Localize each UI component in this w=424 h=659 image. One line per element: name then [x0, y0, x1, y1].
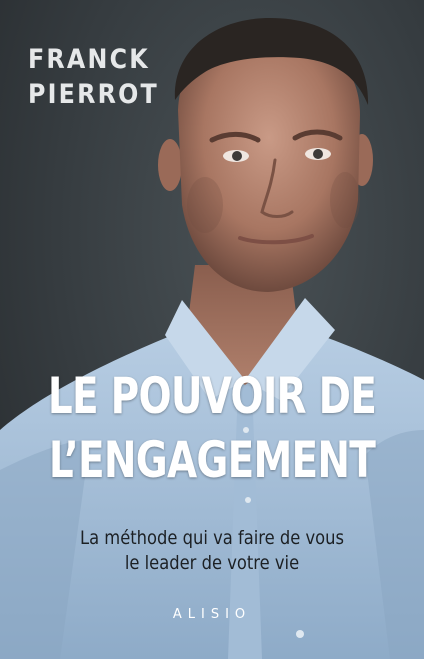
book-subtitle: La méthode qui va faire de vous le leade… — [0, 526, 424, 576]
subtitle-line-1: La méthode qui va faire de vous — [79, 527, 345, 549]
book-title: LE POUVOIR DE L’ENGAGEMENT — [0, 364, 424, 492]
book-cover: FRANCK PIERROT LE POUVOIR DE L’ENGAGEMEN… — [0, 0, 424, 659]
author-first-name: FRANCK — [28, 44, 150, 75]
author-last-name: PIERROT — [28, 79, 159, 110]
author-name: FRANCK PIERROT — [28, 42, 159, 112]
title-line-2: L’ENGAGEMENT — [48, 431, 376, 489]
subtitle-line-2: le leader de votre vie — [124, 552, 300, 574]
title-line-1: LE POUVOIR DE — [47, 367, 377, 425]
publisher-name: ALISIO — [172, 607, 252, 622]
